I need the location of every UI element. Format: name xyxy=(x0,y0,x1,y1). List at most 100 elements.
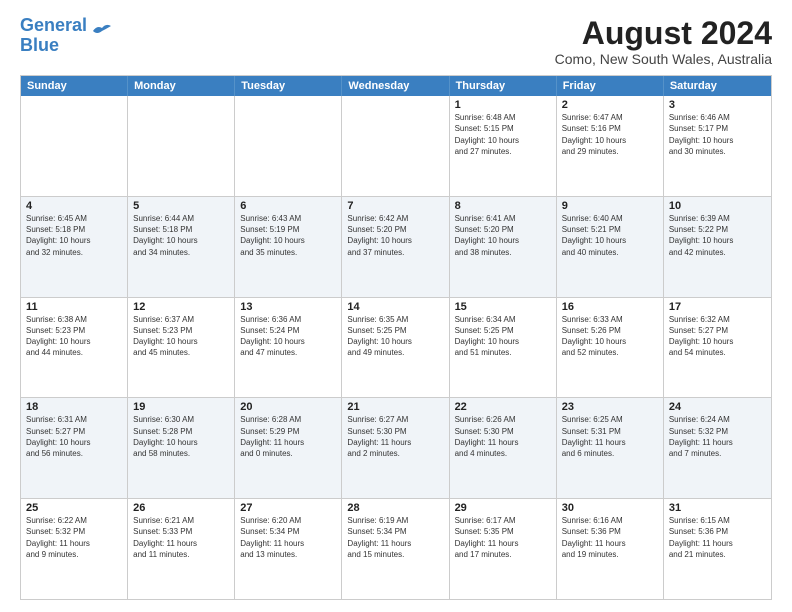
calendar-day-cell: 22Sunrise: 6:26 AM Sunset: 5:30 PM Dayli… xyxy=(450,398,557,498)
weekday-header: Wednesday xyxy=(342,76,449,96)
day-info: Sunrise: 6:40 AM Sunset: 5:21 PM Dayligh… xyxy=(562,213,658,258)
day-info: Sunrise: 6:38 AM Sunset: 5:23 PM Dayligh… xyxy=(26,314,122,359)
weekday-header: Saturday xyxy=(664,76,771,96)
calendar-row: 1Sunrise: 6:48 AM Sunset: 5:15 PM Daylig… xyxy=(21,96,771,197)
calendar-day-cell: 13Sunrise: 6:36 AM Sunset: 5:24 PM Dayli… xyxy=(235,298,342,398)
calendar-header: SundayMondayTuesdayWednesdayThursdayFrid… xyxy=(21,76,771,96)
day-number: 12 xyxy=(133,301,229,313)
calendar-day-cell: 21Sunrise: 6:27 AM Sunset: 5:30 PM Dayli… xyxy=(342,398,449,498)
day-number: 21 xyxy=(347,401,443,413)
title-block: August 2024 Como, New South Wales, Austr… xyxy=(555,16,772,67)
day-info: Sunrise: 6:44 AM Sunset: 5:18 PM Dayligh… xyxy=(133,213,229,258)
day-info: Sunrise: 6:15 AM Sunset: 5:36 PM Dayligh… xyxy=(669,515,766,560)
calendar-day-cell: 25Sunrise: 6:22 AM Sunset: 5:32 PM Dayli… xyxy=(21,499,128,599)
day-info: Sunrise: 6:43 AM Sunset: 5:19 PM Dayligh… xyxy=(240,213,336,258)
day-number: 1 xyxy=(455,99,551,111)
day-number: 25 xyxy=(26,502,122,514)
day-number: 29 xyxy=(455,502,551,514)
calendar-day-cell: 27Sunrise: 6:20 AM Sunset: 5:34 PM Dayli… xyxy=(235,499,342,599)
day-number: 17 xyxy=(669,301,766,313)
day-info: Sunrise: 6:28 AM Sunset: 5:29 PM Dayligh… xyxy=(240,414,336,459)
day-info: Sunrise: 6:24 AM Sunset: 5:32 PM Dayligh… xyxy=(669,414,766,459)
day-info: Sunrise: 6:27 AM Sunset: 5:30 PM Dayligh… xyxy=(347,414,443,459)
day-number: 8 xyxy=(455,200,551,212)
calendar-day-cell: 9Sunrise: 6:40 AM Sunset: 5:21 PM Daylig… xyxy=(557,197,664,297)
day-number: 24 xyxy=(669,401,766,413)
day-info: Sunrise: 6:22 AM Sunset: 5:32 PM Dayligh… xyxy=(26,515,122,560)
day-number: 3 xyxy=(669,99,766,111)
day-number: 23 xyxy=(562,401,658,413)
calendar-day-cell: 24Sunrise: 6:24 AM Sunset: 5:32 PM Dayli… xyxy=(664,398,771,498)
day-info: Sunrise: 6:26 AM Sunset: 5:30 PM Dayligh… xyxy=(455,414,551,459)
calendar-row: 4Sunrise: 6:45 AM Sunset: 5:18 PM Daylig… xyxy=(21,197,771,298)
weekday-header: Thursday xyxy=(450,76,557,96)
day-info: Sunrise: 6:31 AM Sunset: 5:27 PM Dayligh… xyxy=(26,414,122,459)
calendar-empty-cell xyxy=(235,96,342,196)
day-info: Sunrise: 6:34 AM Sunset: 5:25 PM Dayligh… xyxy=(455,314,551,359)
calendar-day-cell: 23Sunrise: 6:25 AM Sunset: 5:31 PM Dayli… xyxy=(557,398,664,498)
day-number: 20 xyxy=(240,401,336,413)
logo-text: GeneralBlue xyxy=(20,16,87,56)
day-info: Sunrise: 6:37 AM Sunset: 5:23 PM Dayligh… xyxy=(133,314,229,359)
day-info: Sunrise: 6:33 AM Sunset: 5:26 PM Dayligh… xyxy=(562,314,658,359)
day-info: Sunrise: 6:16 AM Sunset: 5:36 PM Dayligh… xyxy=(562,515,658,560)
calendar-day-cell: 7Sunrise: 6:42 AM Sunset: 5:20 PM Daylig… xyxy=(342,197,449,297)
day-info: Sunrise: 6:19 AM Sunset: 5:34 PM Dayligh… xyxy=(347,515,443,560)
calendar-day-cell: 3Sunrise: 6:46 AM Sunset: 5:17 PM Daylig… xyxy=(664,96,771,196)
day-number: 31 xyxy=(669,502,766,514)
day-info: Sunrise: 6:32 AM Sunset: 5:27 PM Dayligh… xyxy=(669,314,766,359)
day-number: 26 xyxy=(133,502,229,514)
day-number: 13 xyxy=(240,301,336,313)
weekday-header: Monday xyxy=(128,76,235,96)
day-number: 7 xyxy=(347,200,443,212)
day-info: Sunrise: 6:25 AM Sunset: 5:31 PM Dayligh… xyxy=(562,414,658,459)
calendar-day-cell: 14Sunrise: 6:35 AM Sunset: 5:25 PM Dayli… xyxy=(342,298,449,398)
day-number: 27 xyxy=(240,502,336,514)
day-number: 11 xyxy=(26,301,122,313)
day-info: Sunrise: 6:45 AM Sunset: 5:18 PM Dayligh… xyxy=(26,213,122,258)
calendar-day-cell: 29Sunrise: 6:17 AM Sunset: 5:35 PM Dayli… xyxy=(450,499,557,599)
calendar-day-cell: 31Sunrise: 6:15 AM Sunset: 5:36 PM Dayli… xyxy=(664,499,771,599)
calendar-day-cell: 16Sunrise: 6:33 AM Sunset: 5:26 PM Dayli… xyxy=(557,298,664,398)
day-number: 9 xyxy=(562,200,658,212)
weekday-header: Tuesday xyxy=(235,76,342,96)
day-info: Sunrise: 6:48 AM Sunset: 5:15 PM Dayligh… xyxy=(455,112,551,157)
day-number: 6 xyxy=(240,200,336,212)
calendar-empty-cell xyxy=(21,96,128,196)
day-info: Sunrise: 6:41 AM Sunset: 5:20 PM Dayligh… xyxy=(455,213,551,258)
day-number: 28 xyxy=(347,502,443,514)
calendar-day-cell: 8Sunrise: 6:41 AM Sunset: 5:20 PM Daylig… xyxy=(450,197,557,297)
page-subtitle: Como, New South Wales, Australia xyxy=(555,51,772,67)
calendar-empty-cell xyxy=(128,96,235,196)
logo: GeneralBlue xyxy=(20,16,113,56)
calendar-day-cell: 11Sunrise: 6:38 AM Sunset: 5:23 PM Dayli… xyxy=(21,298,128,398)
day-info: Sunrise: 6:46 AM Sunset: 5:17 PM Dayligh… xyxy=(669,112,766,157)
calendar-row: 11Sunrise: 6:38 AM Sunset: 5:23 PM Dayli… xyxy=(21,298,771,399)
day-number: 4 xyxy=(26,200,122,212)
day-number: 22 xyxy=(455,401,551,413)
day-info: Sunrise: 6:36 AM Sunset: 5:24 PM Dayligh… xyxy=(240,314,336,359)
calendar-day-cell: 17Sunrise: 6:32 AM Sunset: 5:27 PM Dayli… xyxy=(664,298,771,398)
calendar-day-cell: 2Sunrise: 6:47 AM Sunset: 5:16 PM Daylig… xyxy=(557,96,664,196)
day-number: 18 xyxy=(26,401,122,413)
weekday-header: Sunday xyxy=(21,76,128,96)
calendar-day-cell: 28Sunrise: 6:19 AM Sunset: 5:34 PM Dayli… xyxy=(342,499,449,599)
calendar-empty-cell xyxy=(342,96,449,196)
calendar-day-cell: 12Sunrise: 6:37 AM Sunset: 5:23 PM Dayli… xyxy=(128,298,235,398)
day-info: Sunrise: 6:30 AM Sunset: 5:28 PM Dayligh… xyxy=(133,414,229,459)
day-number: 10 xyxy=(669,200,766,212)
day-number: 16 xyxy=(562,301,658,313)
calendar-day-cell: 26Sunrise: 6:21 AM Sunset: 5:33 PM Dayli… xyxy=(128,499,235,599)
calendar-day-cell: 1Sunrise: 6:48 AM Sunset: 5:15 PM Daylig… xyxy=(450,96,557,196)
calendar: SundayMondayTuesdayWednesdayThursdayFrid… xyxy=(20,75,772,600)
header: GeneralBlue August 2024 Como, New South … xyxy=(20,16,772,67)
weekday-header: Friday xyxy=(557,76,664,96)
calendar-day-cell: 18Sunrise: 6:31 AM Sunset: 5:27 PM Dayli… xyxy=(21,398,128,498)
calendar-day-cell: 20Sunrise: 6:28 AM Sunset: 5:29 PM Dayli… xyxy=(235,398,342,498)
day-info: Sunrise: 6:35 AM Sunset: 5:25 PM Dayligh… xyxy=(347,314,443,359)
day-number: 2 xyxy=(562,99,658,111)
day-info: Sunrise: 6:21 AM Sunset: 5:33 PM Dayligh… xyxy=(133,515,229,560)
page-title: August 2024 xyxy=(555,16,772,51)
day-number: 15 xyxy=(455,301,551,313)
day-number: 5 xyxy=(133,200,229,212)
